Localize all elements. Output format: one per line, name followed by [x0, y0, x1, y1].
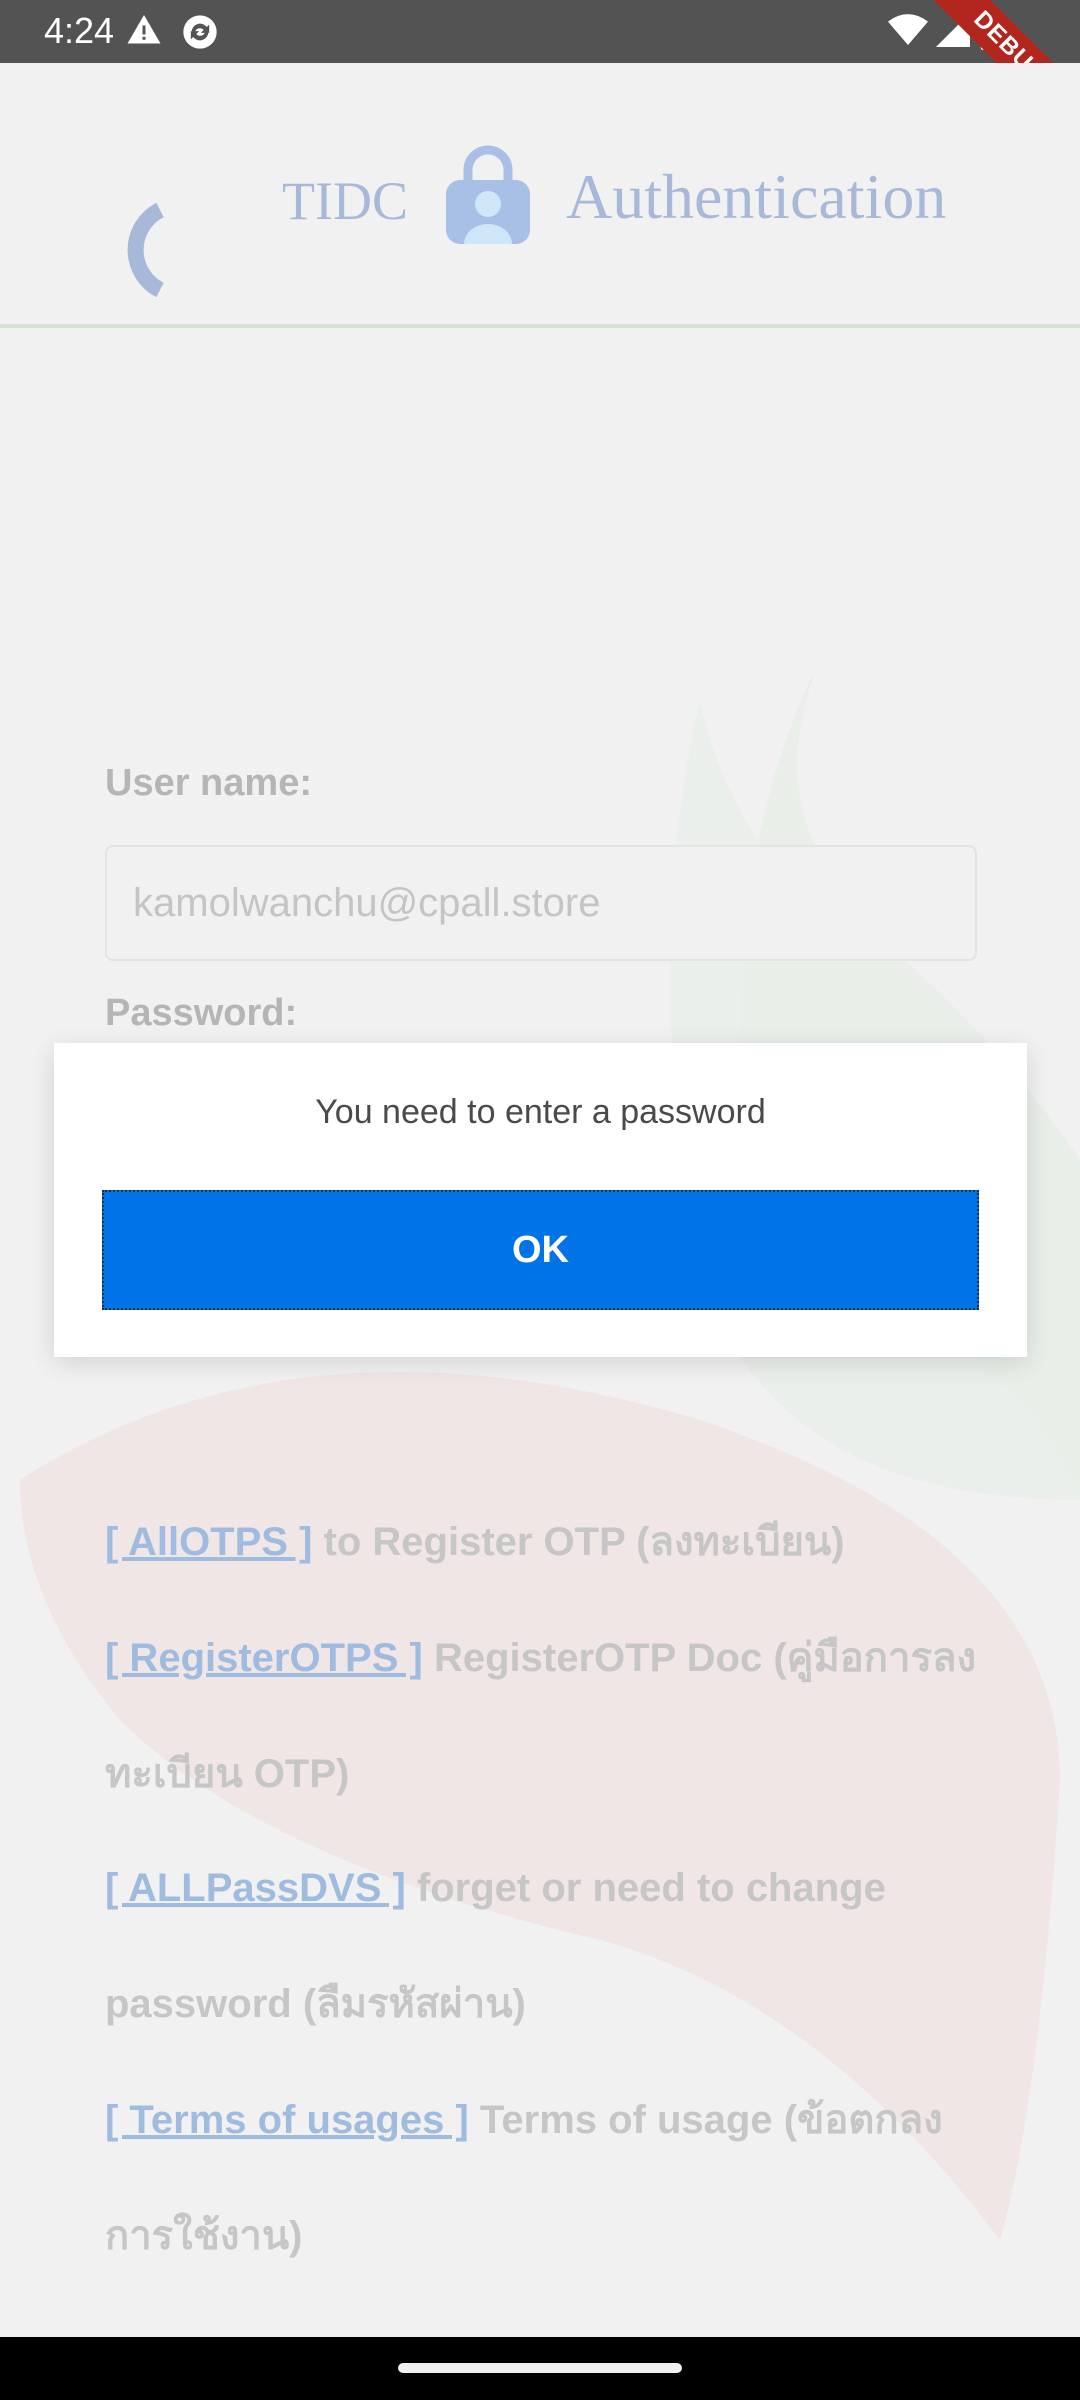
status-time: 4:24 [44, 10, 115, 51]
navigation-bar [0, 2337, 1080, 2400]
sync-icon [183, 15, 217, 49]
home-gesture-handle[interactable] [398, 2363, 682, 2373]
wifi-icon [888, 14, 928, 45]
ok-button[interactable]: OK [102, 1190, 979, 1310]
alert-dialog: You need to enter a password OK [54, 1043, 1027, 1357]
dialog-message: You need to enter a password [315, 1093, 766, 1131]
warning-icon [127, 15, 161, 44]
status-bar: 4:24 [0, 0, 1080, 63]
